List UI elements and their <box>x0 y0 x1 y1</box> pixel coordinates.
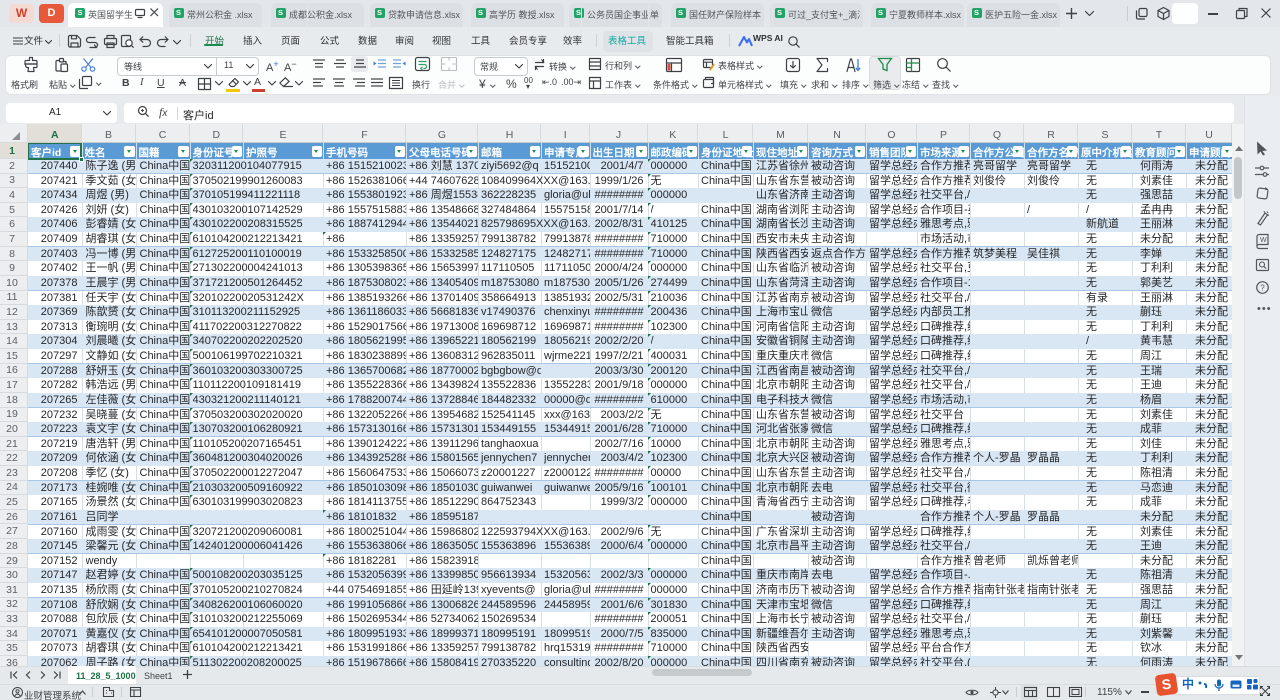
svg-text:W: W <box>1260 237 1267 244</box>
svg-text:?: ? <box>1260 283 1265 292</box>
